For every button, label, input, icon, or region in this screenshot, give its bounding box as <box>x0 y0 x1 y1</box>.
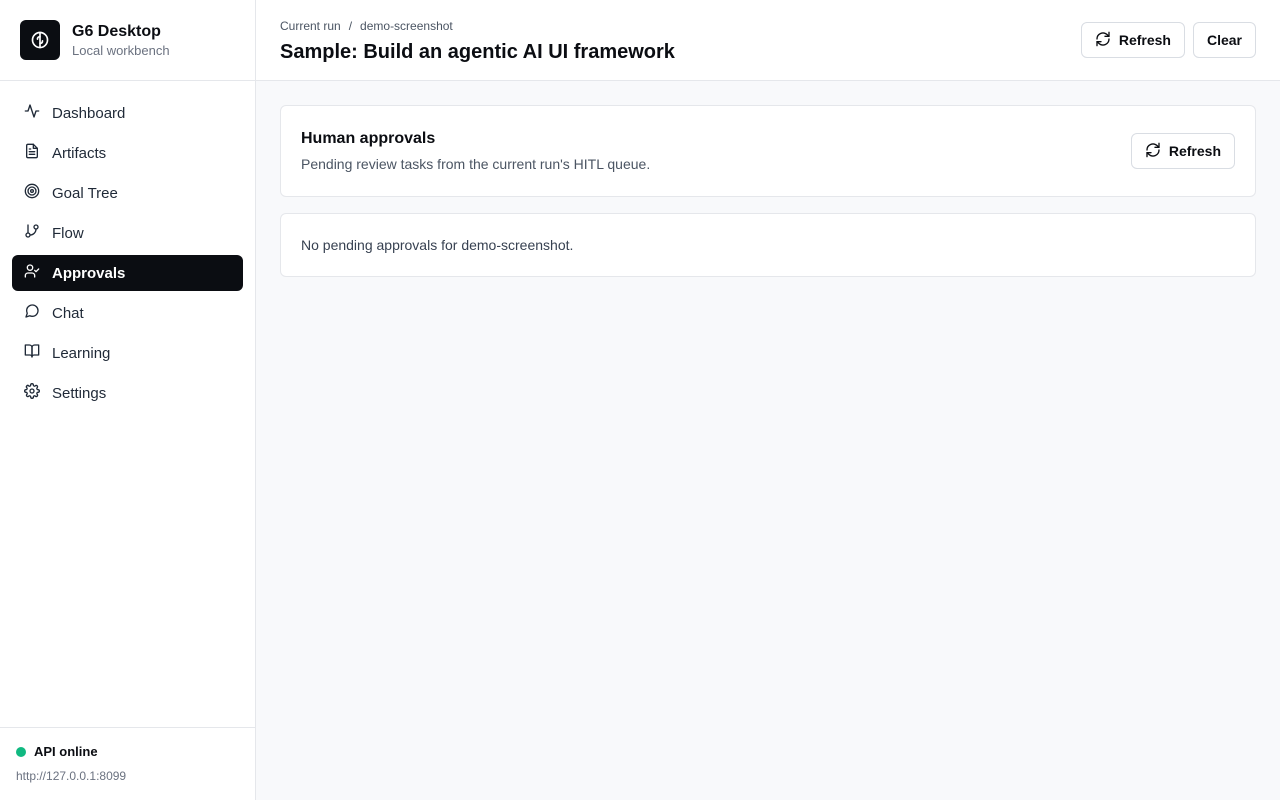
page-header: Current run / demo-screenshot Sample: Bu… <box>256 0 1280 81</box>
git-branch-icon <box>24 223 40 243</box>
approvals-refresh-label: Refresh <box>1168 143 1221 159</box>
app-subtitle: Local workbench <box>72 42 170 58</box>
target-icon <box>24 183 40 203</box>
sidebar-item-label: Chat <box>52 304 84 322</box>
sidebar-item-flow[interactable]: Flow <box>12 215 243 251</box>
brand-text: G6 Desktop Local workbench <box>72 23 170 58</box>
refresh-button[interactable]: Refresh <box>1080 22 1185 58</box>
sidebar-item-dashboard[interactable]: Dashboard <box>12 95 243 131</box>
sidebar-item-learning[interactable]: Learning <box>12 335 243 371</box>
approvals-card-header: Human approvals Pending review tasks fro… <box>281 106 1255 196</box>
sidebar-item-approvals[interactable]: Approvals <box>12 255 243 291</box>
book-open-icon <box>24 343 40 363</box>
header-left: Current run / demo-screenshot Sample: Bu… <box>280 17 675 64</box>
clear-button[interactable]: Clear <box>1192 22 1256 58</box>
api-url: http://127.0.0.1:8099 <box>16 769 127 783</box>
gear-icon <box>24 383 40 403</box>
sidebar-item-label: Dashboard <box>52 104 126 122</box>
app-root: G6 Desktop Local workbench Dashboard Art… <box>0 0 1280 800</box>
brain-icon <box>20 20 60 60</box>
refresh-icon <box>1095 31 1111 50</box>
refresh-button-label: Refresh <box>1118 32 1171 48</box>
clear-button-label: Clear <box>1206 32 1242 48</box>
approvals-refresh-button[interactable]: Refresh <box>1130 133 1235 169</box>
sidebar-item-artifacts[interactable]: Artifacts <box>12 135 243 171</box>
message-circle-icon <box>24 303 40 323</box>
sidebar-item-label: Learning <box>52 344 111 362</box>
approvals-empty-card: No pending approvals for demo-screenshot… <box>280 213 1256 277</box>
main: Current run / demo-screenshot Sample: Bu… <box>256 0 1280 800</box>
breadcrumb: Current run / demo-screenshot <box>280 19 675 33</box>
sidebar-item-settings[interactable]: Settings <box>12 375 243 411</box>
content: Human approvals Pending review tasks fro… <box>256 81 1280 301</box>
approvals-card-text: Human approvals Pending review tasks fro… <box>301 130 650 172</box>
sidebar-item-label: Goal Tree <box>52 184 118 202</box>
refresh-icon <box>1145 142 1161 161</box>
approvals-title: Human approvals <box>301 130 436 147</box>
sidebar-item-label: Approvals <box>52 264 126 282</box>
sidebar-item-goal-tree[interactable]: Goal Tree <box>12 175 243 211</box>
api-status: API online http://127.0.0.1:8099 <box>0 727 255 800</box>
empty-state-message: No pending approvals for demo-screenshot… <box>301 237 574 253</box>
header-actions: Refresh Clear <box>1080 22 1256 58</box>
activity-icon <box>24 103 40 123</box>
brand: G6 Desktop Local workbench <box>0 0 255 81</box>
sidebar: G6 Desktop Local workbench Dashboard Art… <box>0 0 256 800</box>
file-text-icon <box>24 143 40 163</box>
app-name: G6 Desktop <box>72 22 161 40</box>
breadcrumb-separator: / <box>348 18 353 33</box>
approvals-card: Human approvals Pending review tasks fro… <box>280 105 1256 197</box>
status-row: API online <box>16 744 239 759</box>
breadcrumb-current: demo-screenshot <box>360 18 453 33</box>
user-check-icon <box>24 263 40 283</box>
sidebar-nav: Dashboard Artifacts Goal Tree Flow Appro… <box>0 81 255 727</box>
sidebar-item-label: Settings <box>52 384 107 402</box>
sidebar-item-chat[interactable]: Chat <box>12 295 243 331</box>
breadcrumb-root[interactable]: Current run <box>280 19 341 33</box>
sidebar-item-label: Artifacts <box>52 144 107 162</box>
sidebar-item-label: Flow <box>52 224 84 242</box>
status-dot <box>16 746 26 757</box>
approvals-description: Pending review tasks from the current ru… <box>301 156 651 172</box>
status-label: API online <box>34 744 98 759</box>
page-title: Sample: Build an agentic AI UI framework <box>280 40 675 63</box>
